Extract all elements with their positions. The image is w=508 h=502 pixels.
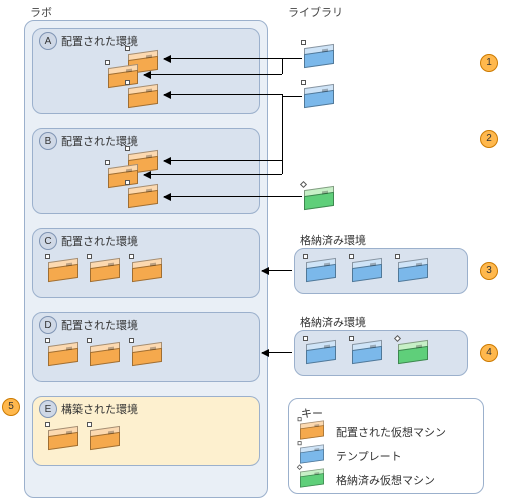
vm-tile [48, 260, 78, 282]
template-tile [304, 86, 334, 108]
callout-1: 1 [480, 54, 498, 72]
callout-4: 4 [480, 344, 498, 362]
stored-vm-tile [304, 188, 334, 210]
legend-swatch-stored [300, 470, 324, 488]
legend-swatch-deployed [300, 422, 324, 440]
template-tile [398, 260, 428, 282]
stored-vm-tile [398, 342, 428, 364]
legend-label-stored: 格納済み仮想マシン [336, 472, 435, 488]
env-letter-d: D [39, 316, 57, 334]
arrow-tail [282, 58, 302, 59]
env-letter-c: C [39, 232, 57, 250]
legend-swatch-template [300, 446, 324, 464]
vm-tile [48, 428, 78, 450]
template-tile [352, 342, 382, 364]
arrow [144, 174, 282, 175]
legend-label-deployed: 配置された仮想マシン [336, 424, 446, 440]
vm-tile [128, 86, 158, 108]
template-tile [304, 46, 334, 68]
arrow-joint [282, 58, 283, 74]
arrow [262, 352, 292, 353]
template-tile [306, 342, 336, 364]
env-letter-e: E [39, 400, 57, 418]
env-label-c: 配置された環境 [61, 233, 138, 249]
vm-tile [90, 428, 120, 450]
vm-tile [132, 344, 162, 366]
arrow-joint [282, 94, 283, 174]
lab-header: ラボ [30, 4, 52, 20]
env-letter-a: A [39, 32, 57, 50]
vm-tile [108, 66, 138, 88]
legend-label-template: テンプレート [336, 448, 402, 464]
env-label-e: 構築された環境 [61, 401, 138, 417]
callout-2: 2 [480, 130, 498, 148]
arrow [164, 160, 282, 161]
env-letter-b: B [39, 132, 57, 150]
arrow [164, 196, 302, 197]
arrow [164, 94, 282, 95]
stored-env-2-label: 格納済み環境 [300, 314, 366, 330]
vm-tile [90, 344, 120, 366]
vm-tile [48, 344, 78, 366]
vm-tile [128, 186, 158, 208]
callout-5: 5 [2, 398, 20, 416]
env-label-d: 配置された環境 [61, 317, 138, 333]
library-header: ライブラリ [288, 4, 343, 20]
template-tile [352, 260, 382, 282]
arrow-tail [282, 96, 302, 97]
callout-3: 3 [480, 262, 498, 280]
template-tile [306, 260, 336, 282]
legend-title: キー [301, 405, 323, 421]
arrow [144, 74, 282, 75]
vm-tile [132, 260, 162, 282]
arrow [262, 270, 292, 271]
stored-env-1-label: 格納済み環境 [300, 232, 366, 248]
vm-tile [90, 260, 120, 282]
vm-tile [108, 166, 138, 188]
